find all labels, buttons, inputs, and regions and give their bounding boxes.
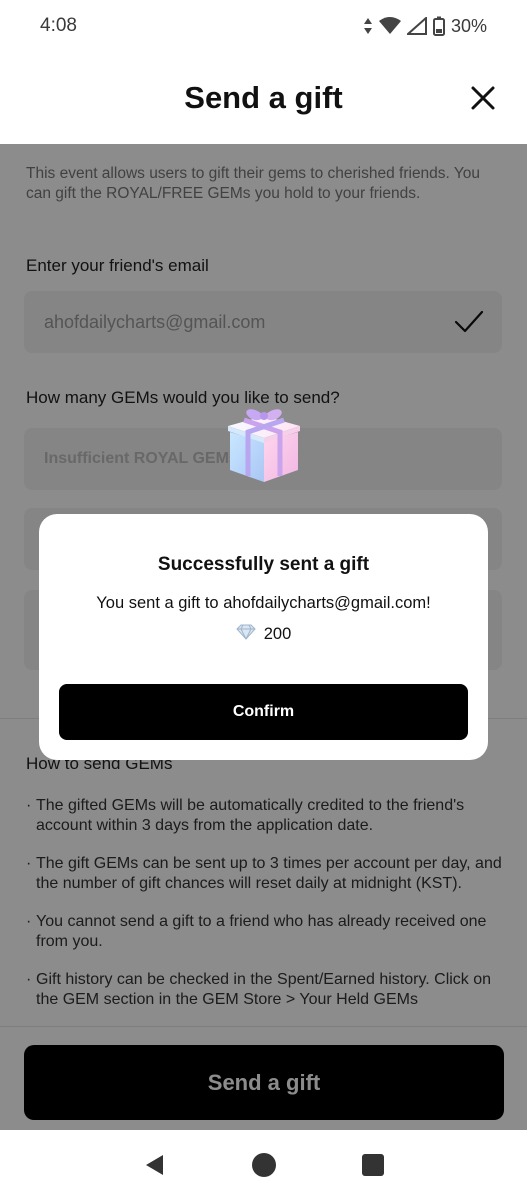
confirm-button[interactable]: Confirm	[59, 684, 468, 740]
page-title: Send a gift	[184, 80, 343, 115]
system-nav-bar	[0, 1130, 527, 1200]
gift-icon	[222, 402, 306, 486]
back-icon	[145, 1155, 163, 1175]
signal-icon	[406, 17, 427, 35]
status-bar: 4:08 30%	[0, 0, 527, 52]
battery-icon	[432, 16, 445, 36]
recents-button[interactable]	[353, 1145, 393, 1185]
home-icon	[251, 1153, 276, 1177]
back-button[interactable]	[135, 1145, 175, 1185]
status-time: 4:08	[40, 15, 77, 36]
close-icon	[471, 86, 495, 110]
gem-amount-value: 200	[263, 625, 292, 643]
modal-title: Successfully sent a gift	[157, 554, 370, 575]
wifi-icon	[378, 17, 401, 35]
status-icons: 30%	[363, 16, 487, 37]
data-arrows-icon	[363, 17, 373, 35]
recents-icon	[361, 1154, 384, 1176]
success-modal: Successfully sent a gift You sent a gift…	[39, 514, 488, 760]
battery-percent: 30%	[450, 15, 487, 36]
gem-amount: 200	[39, 624, 488, 645]
close-button[interactable]	[467, 82, 499, 114]
gem-icon	[236, 624, 256, 645]
modal-message: You sent a gift to ahofdailycharts@gmail…	[96, 594, 431, 612]
page-header: Send a gift	[0, 52, 527, 144]
home-button[interactable]	[244, 1145, 284, 1185]
